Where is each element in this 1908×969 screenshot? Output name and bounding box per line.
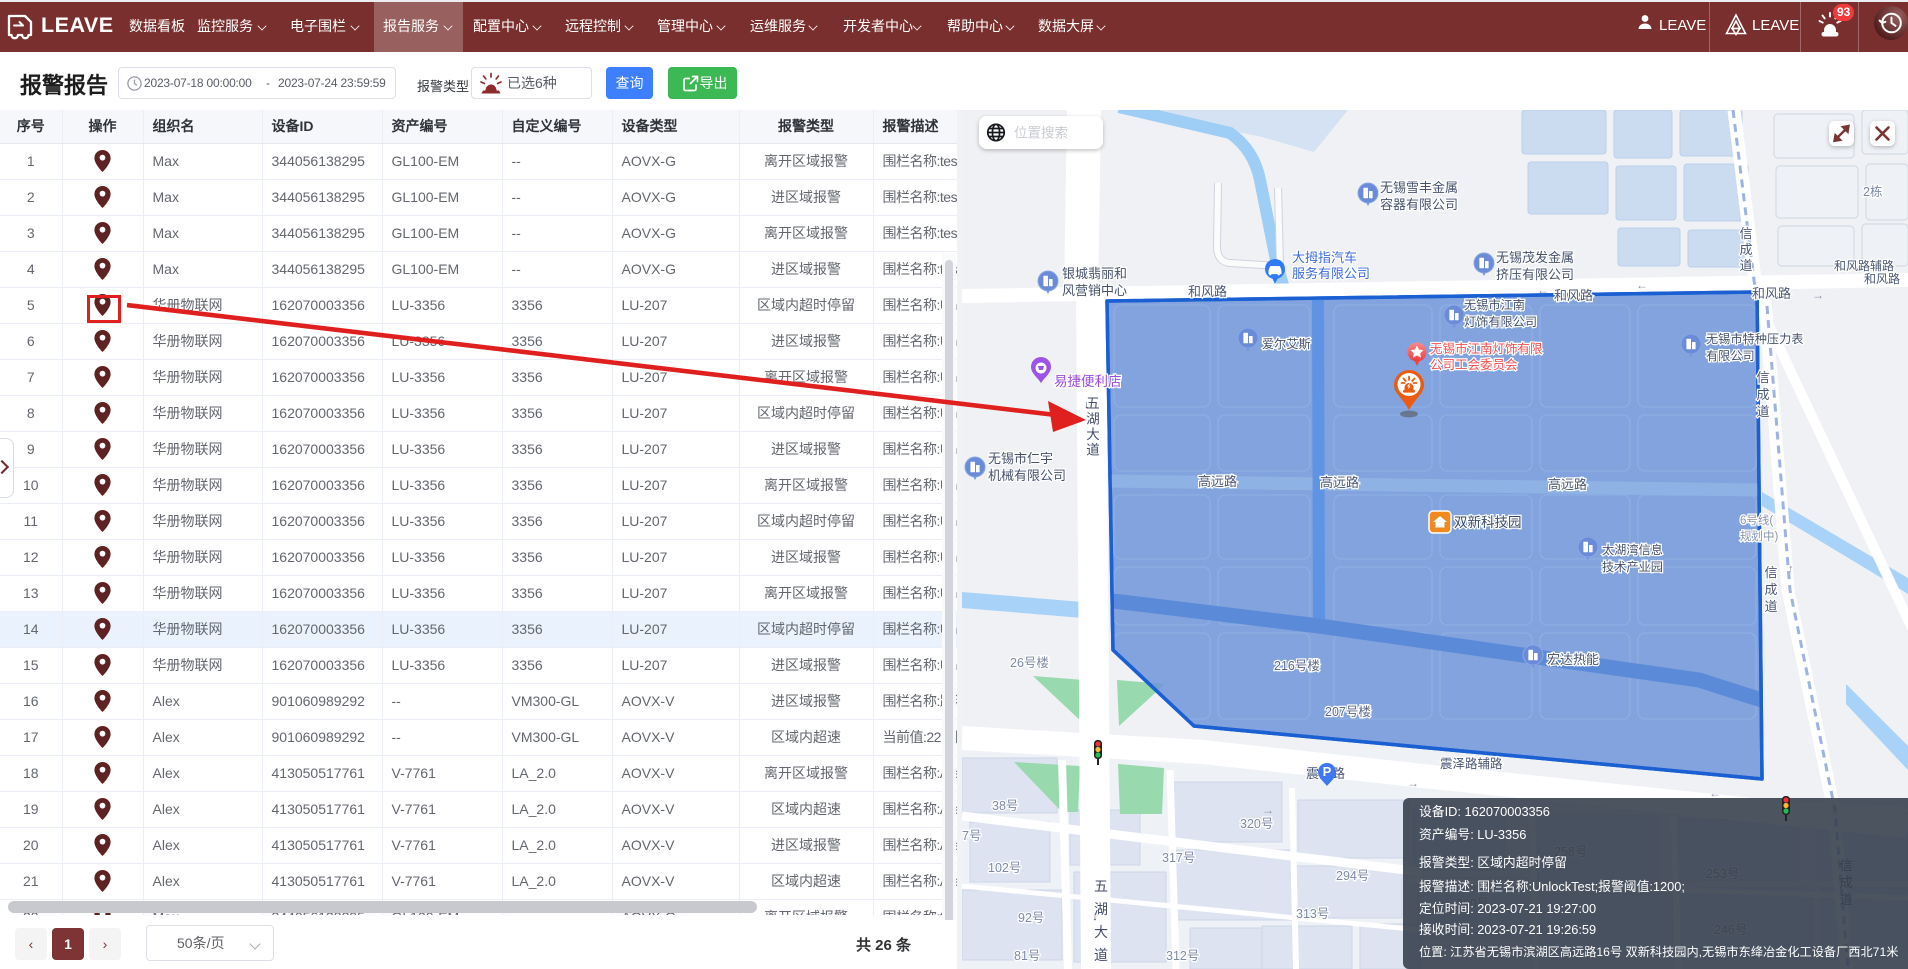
svg-text:五: 五: [1094, 878, 1108, 894]
svg-text:7号: 7号: [962, 829, 981, 843]
svg-text:道: 道: [1739, 258, 1752, 273]
svg-text:震泽路辅路: 震泽路辅路: [1440, 756, 1503, 771]
svg-text:定位时间: 2023-07-21 19:27:00: 定位时间: 2023-07-21 19:27:00: [1419, 901, 1596, 916]
svg-text:←: ←: [1537, 283, 1549, 297]
svg-text:爱尔艾斯: 爱尔艾斯: [1262, 336, 1311, 351]
svg-text:无锡市特种压力表: 无锡市特种压力表: [1706, 331, 1804, 346]
svg-text:81号: 81号: [1014, 949, 1040, 963]
svg-text:6号线(: 6号线(: [1740, 513, 1773, 527]
svg-text:大: 大: [1086, 427, 1100, 442]
svg-text:道: 道: [1086, 443, 1100, 458]
svg-text:公司工会委员会: 公司工会委员会: [1430, 358, 1518, 372]
svg-text:→: →: [1262, 803, 1274, 817]
svg-text:102号: 102号: [988, 861, 1021, 875]
svg-text:2栋: 2栋: [1863, 184, 1882, 199]
svg-text:320号: 320号: [1240, 817, 1273, 831]
svg-text:大: 大: [1094, 924, 1108, 940]
svg-text:技术产业园: 技术产业园: [1602, 560, 1663, 574]
svg-text:↑: ↑: [1788, 563, 1794, 575]
svg-text:高远路: 高远路: [1320, 475, 1359, 490]
svg-text:双新科技园: 双新科技园: [1454, 515, 1522, 530]
svg-text:←: ←: [1636, 278, 1648, 292]
svg-text:信: 信: [1739, 226, 1752, 241]
svg-text:设备ID: 162070003356: 设备ID: 162070003356: [1419, 804, 1550, 819]
svg-text:风营销中心: 风营销中心: [1062, 283, 1127, 298]
svg-text:成: 成: [1756, 387, 1769, 402]
svg-text:有限公司: 有限公司: [1706, 349, 1755, 363]
svg-text:无锡茂发金属: 无锡茂发金属: [1496, 250, 1574, 265]
svg-text:↓: ↓: [1084, 399, 1090, 411]
svg-text:无锡市江南灯饰有限: 无锡市江南灯饰有限: [1430, 341, 1543, 356]
svg-text:高远路: 高远路: [1548, 477, 1587, 492]
svg-text:信: 信: [1764, 565, 1777, 580]
svg-text:湖: 湖: [1086, 412, 1100, 427]
svg-text:报警类型: 区域内超时停留: 报警类型: 区域内超时停留: [1419, 855, 1567, 870]
svg-text:服务有限公司: 服务有限公司: [1292, 266, 1370, 281]
svg-text:银城翡丽和: 银城翡丽和: [1062, 266, 1127, 281]
svg-text:道: 道: [1756, 404, 1769, 419]
svg-text:无锡市仁宇: 无锡市仁宇: [988, 451, 1053, 466]
svg-text:灯饰有限公司: 灯饰有限公司: [1464, 315, 1537, 329]
svg-text:317号: 317号: [1162, 851, 1195, 865]
svg-text:道: 道: [1764, 599, 1777, 614]
svg-text:规划中): 规划中): [1740, 529, 1778, 543]
svg-text:312号: 312号: [1166, 949, 1199, 963]
svg-text:92号: 92号: [1018, 911, 1044, 925]
svg-text:资产编号: LU-3356: 资产编号: LU-3356: [1419, 827, 1526, 842]
svg-text:和风路: 和风路: [1752, 286, 1791, 301]
svg-text:接收时间: 2023-07-21 19:26:59: 接收时间: 2023-07-21 19:26:59: [1419, 922, 1596, 937]
svg-text:大拇指汽车: 大拇指汽车: [1292, 250, 1357, 265]
svg-text:26号楼: 26号楼: [1010, 655, 1049, 670]
svg-text:信: 信: [1756, 370, 1769, 385]
svg-text:宏达热能: 宏达热能: [1547, 652, 1599, 667]
svg-text:高远路: 高远路: [1198, 474, 1237, 489]
svg-text:207号楼: 207号楼: [1325, 704, 1371, 719]
svg-text:和风路辅路: 和风路辅路: [1834, 258, 1894, 273]
svg-text:易捷便利店: 易捷便利店: [1054, 374, 1122, 389]
svg-text:太湖湾信息: 太湖湾信息: [1602, 542, 1663, 557]
svg-text:成: 成: [1739, 242, 1752, 257]
svg-text:38号: 38号: [992, 799, 1018, 813]
svg-text:←: ←: [1709, 786, 1721, 800]
svg-text:和风路: 和风路: [1188, 284, 1227, 299]
svg-text:道: 道: [1094, 947, 1108, 963]
svg-text:容器有限公司: 容器有限公司: [1380, 197, 1458, 212]
svg-text:成: 成: [1764, 582, 1777, 597]
svg-text:机械有限公司: 机械有限公司: [988, 468, 1066, 483]
svg-text:无锡雪丰金属: 无锡雪丰金属: [1380, 180, 1458, 195]
svg-text:313号: 313号: [1296, 907, 1329, 921]
svg-text:位置搜索: 位置搜索: [1014, 126, 1068, 141]
svg-text:294号: 294号: [1336, 869, 1369, 883]
svg-text:↓: ↓: [1092, 911, 1098, 923]
svg-text:P: P: [1323, 764, 1332, 779]
svg-text:位置: 江苏省无锡市滨湖区高远路16号 双新科技园内,无锡: 位置: 江苏省无锡市滨湖区高远路16号 双新科技园内,无锡市东绛冶金化工设备厂西…: [1419, 944, 1898, 959]
svg-text:和风路: 和风路: [1864, 271, 1900, 286]
svg-text:216号楼: 216号楼: [1274, 658, 1320, 673]
svg-text:→: →: [1812, 288, 1824, 302]
svg-text:挤压有限公司: 挤压有限公司: [1496, 267, 1574, 282]
svg-text:报警描述: 围栏名称:UnlockTest;报警阈值:12: 报警描述: 围栏名称:UnlockTest;报警阈值:1200;: [1419, 879, 1685, 894]
svg-text:无锡市江南: 无锡市江南: [1464, 297, 1525, 312]
svg-text:→: →: [1407, 776, 1419, 790]
svg-text:和风路: 和风路: [1554, 288, 1593, 303]
